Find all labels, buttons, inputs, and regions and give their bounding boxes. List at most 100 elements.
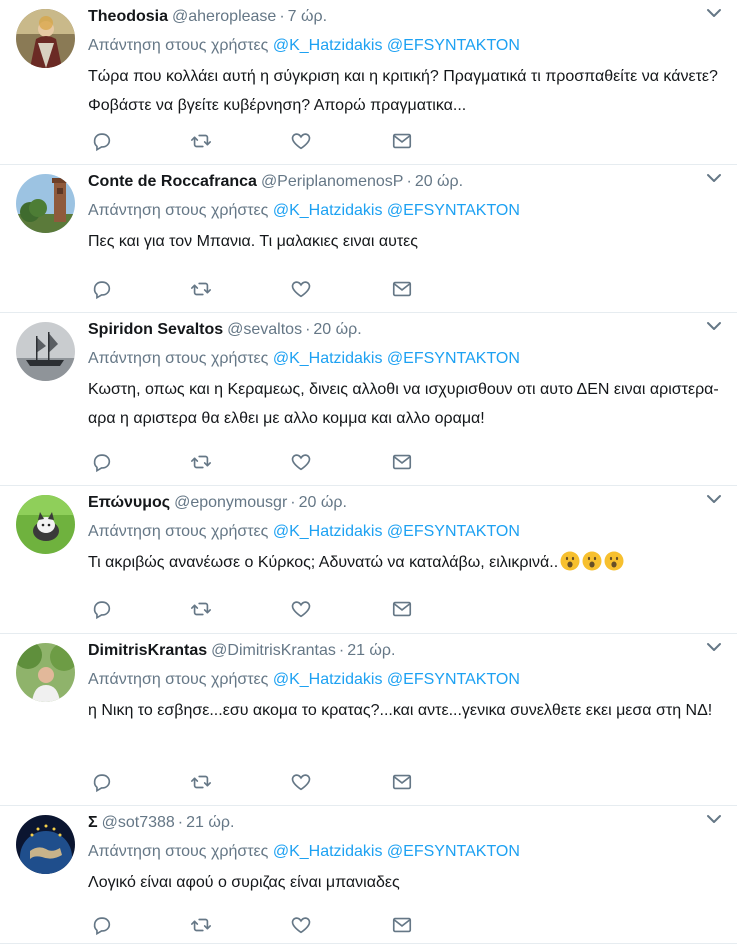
like-heart-icon[interactable]: [290, 130, 314, 154]
mention-link[interactable]: @K_Hatzidakis: [273, 350, 383, 367]
tweet[interactable]: DimitrisKrantas @DimitrisKrantas · 21 ώρ. Α…: [0, 634, 737, 806]
tweet-text: Τι ακριβώς ανανέωσε ο Κύρκος; Αδυνατώ να…: [88, 548, 723, 577]
avatar[interactable]: [16, 322, 75, 381]
tweet-text-body: Κωστη, οπως και η Κεραμεως, δινεις αλλοθ…: [88, 381, 719, 427]
reply-context: Απάντηση στους χρήστες @K_Hatzidakis @EF…: [88, 348, 520, 370]
timestamp[interactable]: 7 ώρ.: [288, 8, 327, 25]
user-handle[interactable]: @aheroplease: [172, 8, 276, 25]
tweet-actions: [88, 278, 418, 302]
reply-icon[interactable]: [91, 914, 115, 938]
separator-dot: ·: [177, 814, 184, 831]
user-name[interactable]: Επώνυμος: [88, 494, 170, 511]
user-name[interactable]: Conte de Roccafranca: [88, 173, 257, 190]
like-heart-icon[interactable]: [290, 598, 314, 622]
tweet-text-body: η Νικη το εσβησε...εσυ ακομα το κρατας?.…: [88, 702, 713, 719]
mention-link[interactable]: @EFSYNTAKTON: [387, 843, 520, 860]
user-name[interactable]: DimitrisKrantas: [88, 642, 207, 659]
retweet-icon[interactable]: [190, 130, 214, 154]
reply-prefix: Απάντηση στους χρήστες: [88, 843, 269, 860]
chevron-down-icon[interactable]: [705, 171, 723, 185]
tweet-actions: [88, 130, 418, 154]
avatar[interactable]: [16, 174, 75, 233]
separator-dot: ·: [406, 173, 412, 190]
user-name[interactable]: Theodosia: [88, 8, 168, 25]
direct-message-icon[interactable]: [391, 130, 415, 154]
retweet-icon[interactable]: [190, 451, 214, 475]
chevron-down-icon[interactable]: [705, 492, 723, 506]
like-heart-icon[interactable]: [290, 914, 314, 938]
separator-dot: ·: [305, 321, 311, 338]
chevron-down-icon[interactable]: [705, 6, 723, 20]
reply-icon[interactable]: [91, 451, 115, 475]
tweet-header: Conte de Roccafranca @PeriplanomenosP · 20 …: [88, 171, 723, 193]
reply-icon[interactable]: [91, 278, 115, 302]
mention-link[interactable]: @K_Hatzidakis: [273, 202, 383, 219]
user-handle[interactable]: @sevaltos: [227, 321, 302, 338]
chevron-down-icon[interactable]: [705, 319, 723, 333]
tweet-actions: [88, 914, 418, 938]
timestamp[interactable]: 20 ώρ.: [313, 321, 361, 338]
avatar[interactable]: [16, 9, 75, 68]
tweet[interactable]: Theodosia @aheroplease · 7 ώρ. Απάντηση στο…: [0, 0, 737, 165]
timestamp[interactable]: 21 ώρ.: [347, 642, 395, 659]
timestamp[interactable]: 21 ώρ.: [186, 814, 234, 831]
retweet-icon[interactable]: [190, 278, 214, 302]
timestamp[interactable]: 20 ώρ.: [299, 494, 347, 511]
user-name[interactable]: Spiridon Sevaltos: [88, 321, 223, 338]
tweet-actions: [88, 771, 418, 795]
retweet-icon[interactable]: [190, 771, 214, 795]
user-handle[interactable]: @sot7388: [102, 814, 175, 831]
reply-context: Απάντηση στους χρήστες @K_Hatzidakis @EF…: [88, 200, 520, 222]
avatar[interactable]: [16, 643, 75, 702]
direct-message-icon[interactable]: [391, 451, 415, 475]
retweet-icon[interactable]: [190, 914, 214, 938]
reply-icon[interactable]: [91, 598, 115, 622]
tweet[interactable]: Επώνυμος @eponymousgr · 20 ώρ. Απάντηση στο…: [0, 486, 737, 634]
user-handle[interactable]: @PeriplanomenosP: [261, 173, 404, 190]
tweet-text: Κωστη, οπως και η Κεραμεως, δινεις αλλοθ…: [88, 375, 723, 433]
like-heart-icon[interactable]: [290, 451, 314, 475]
reply-prefix: Απάντηση στους χρήστες: [88, 523, 269, 540]
chevron-down-icon[interactable]: [705, 812, 723, 826]
direct-message-icon[interactable]: [391, 278, 415, 302]
mention-link[interactable]: @K_Hatzidakis: [273, 843, 383, 860]
tweet-text: Πες και για τον Μπανια. Τι μαλακιες εινα…: [88, 227, 723, 256]
reply-icon[interactable]: [91, 771, 115, 795]
direct-message-icon[interactable]: [391, 914, 415, 938]
like-heart-icon[interactable]: [290, 278, 314, 302]
tweet[interactable]: Σ @sot7388 · 21 ώρ. Απάντηση στους χρήστες …: [0, 806, 737, 944]
timestamp[interactable]: 20 ώρ.: [415, 173, 463, 190]
reply-prefix: Απάντηση στους χρήστες: [88, 350, 269, 367]
tweet-text-body: Τι ακριβώς ανανέωσε ο Κύρκος; Αδυνατώ να…: [88, 554, 559, 571]
mention-link[interactable]: @K_Hatzidakis: [273, 37, 383, 54]
tweet-feed: Theodosia @aheroplease · 7 ώρ. Απάντηση στο…: [0, 0, 737, 944]
reply-icon[interactable]: [91, 130, 115, 154]
mention-link[interactable]: @EFSYNTAKTON: [387, 37, 520, 54]
separator-dot: ·: [279, 8, 285, 25]
mention-link[interactable]: @K_Hatzidakis: [273, 671, 383, 688]
astonished-emoji-icon: [560, 551, 580, 571]
tweet-header: Spiridon Sevaltos @sevaltos · 20 ώρ.: [88, 319, 723, 341]
user-handle[interactable]: @eponymousgr: [174, 494, 287, 511]
reply-context: Απάντηση στους χρήστες @K_Hatzidakis @EF…: [88, 521, 520, 543]
astonished-emoji-icon: [582, 551, 602, 571]
mention-link[interactable]: @EFSYNTAKTON: [387, 350, 520, 367]
tweet-text-body: Πες και για τον Μπανια. Τι μαλακιες εινα…: [88, 233, 418, 250]
astonished-emoji-icon: [604, 551, 624, 571]
avatar[interactable]: [16, 495, 75, 554]
tweet[interactable]: Spiridon Sevaltos @sevaltos · 20 ώρ. Απάντη…: [0, 313, 737, 486]
chevron-down-icon[interactable]: [705, 640, 723, 654]
mention-link[interactable]: @EFSYNTAKTON: [387, 202, 520, 219]
direct-message-icon[interactable]: [391, 598, 415, 622]
direct-message-icon[interactable]: [391, 771, 415, 795]
avatar[interactable]: [16, 815, 75, 874]
user-handle[interactable]: @DimitrisKrantas: [211, 642, 336, 659]
user-name[interactable]: Σ: [88, 814, 98, 831]
mention-link[interactable]: @K_Hatzidakis: [273, 523, 383, 540]
mention-link[interactable]: @EFSYNTAKTON: [387, 523, 520, 540]
tweet-text: η Νικη το εσβησε...εσυ ακομα το κρατας?.…: [88, 696, 723, 725]
tweet[interactable]: Conte de Roccafranca @PeriplanomenosP · 20 …: [0, 165, 737, 313]
retweet-icon[interactable]: [190, 598, 214, 622]
like-heart-icon[interactable]: [290, 771, 314, 795]
mention-link[interactable]: @EFSYNTAKTON: [387, 671, 520, 688]
